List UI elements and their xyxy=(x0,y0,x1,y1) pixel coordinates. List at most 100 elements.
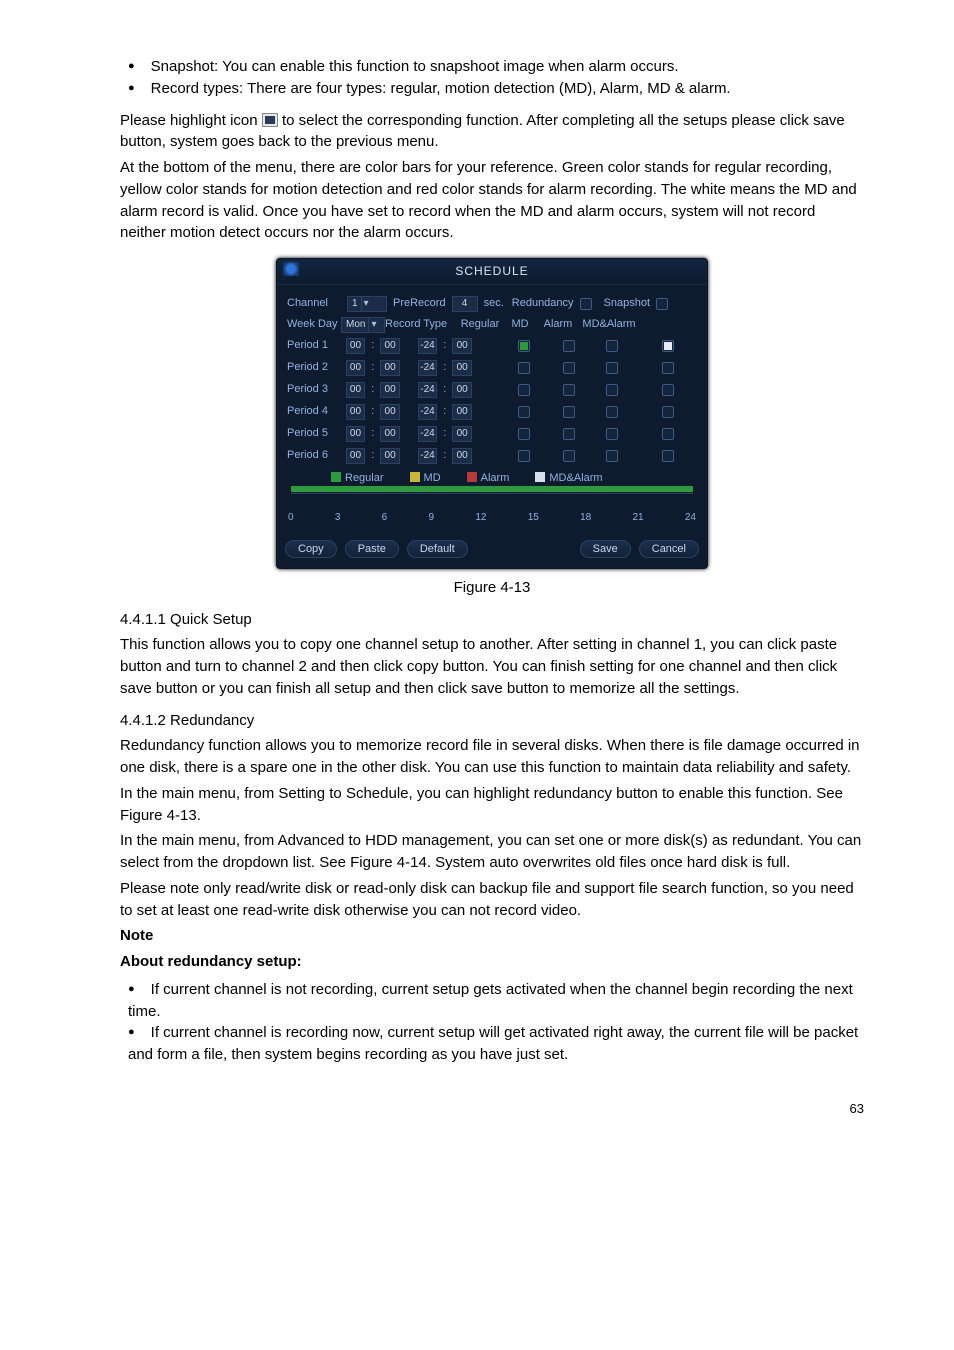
period-row: Period 500:00-24:00 xyxy=(287,423,697,445)
period-alarm-checkbox[interactable] xyxy=(606,450,618,462)
period-end-hour[interactable]: -24 xyxy=(418,448,438,464)
period-end-hour[interactable]: -24 xyxy=(418,338,438,354)
period-row: Period 100:00-24:00 xyxy=(287,335,697,357)
period-label: Period 6 xyxy=(287,448,340,464)
period-label: Period 4 xyxy=(287,404,340,420)
redundancy-checkbox[interactable] xyxy=(580,298,592,310)
tick-label: 15 xyxy=(528,511,539,526)
period-regular-checkbox[interactable] xyxy=(518,406,530,418)
period-regular-checkbox[interactable] xyxy=(518,340,530,352)
period-alarm-checkbox[interactable] xyxy=(606,428,618,440)
period-end-min[interactable]: 00 xyxy=(452,448,472,464)
cancel-button[interactable]: Cancel xyxy=(639,540,699,558)
legend-alarm: Alarm xyxy=(467,471,510,487)
period-md-checkbox[interactable] xyxy=(563,450,575,462)
period-mdalarm-checkbox[interactable] xyxy=(662,428,674,440)
period-md-checkbox[interactable] xyxy=(563,340,575,352)
period-start-min[interactable]: 00 xyxy=(380,382,400,398)
period-mdalarm-checkbox[interactable] xyxy=(662,450,674,462)
period-regular-checkbox[interactable] xyxy=(518,450,530,462)
section-quick-setup-body: This function allows you to copy one cha… xyxy=(120,634,864,699)
period-end-hour[interactable]: -24 xyxy=(418,426,438,442)
period-end-hour[interactable]: -24 xyxy=(418,360,438,376)
chevron-down-icon: ▾ xyxy=(368,318,378,333)
bullet-record-types: Record types: There are four types: regu… xyxy=(128,78,864,100)
save-button[interactable]: Save xyxy=(580,540,631,558)
recordtype-label: Record Type xyxy=(385,317,457,333)
dialog-logo-icon xyxy=(283,262,299,276)
section-redundancy-title: 4.4.1.2 Redundancy xyxy=(120,710,864,732)
para1-pre: Please highlight icon xyxy=(120,112,262,129)
period-end-min[interactable]: 00 xyxy=(452,338,472,354)
period-start-hour[interactable]: 00 xyxy=(346,448,366,464)
tick-label: 12 xyxy=(475,511,486,526)
period-label: Period 5 xyxy=(287,426,340,442)
period-start-min[interactable]: 00 xyxy=(380,448,400,464)
copy-button[interactable]: Copy xyxy=(285,540,337,558)
period-end-min[interactable]: 00 xyxy=(452,426,472,442)
weekday-row: Week Day Mon ▾ Record Type Regular MD Al… xyxy=(287,315,697,335)
period-start-hour[interactable]: 00 xyxy=(346,360,366,376)
period-alarm-checkbox[interactable] xyxy=(606,406,618,418)
period-row: Period 200:00-24:00 xyxy=(287,357,697,379)
tick-label: 9 xyxy=(428,511,434,526)
page-number: 63 xyxy=(120,1100,864,1119)
channel-dropdown[interactable]: 1 ▾ xyxy=(347,296,387,312)
header-alarm: Alarm xyxy=(537,317,579,333)
period-start-min[interactable]: 00 xyxy=(380,404,400,420)
bullet-not-recording: If current channel is not recording, cur… xyxy=(128,979,864,1023)
period-mdalarm-checkbox[interactable] xyxy=(662,362,674,374)
square-white-icon xyxy=(535,472,545,482)
legend-md: MD xyxy=(410,471,441,487)
period-start-hour[interactable]: 00 xyxy=(346,338,366,354)
period-mdalarm-checkbox[interactable] xyxy=(662,406,674,418)
period-regular-checkbox[interactable] xyxy=(518,384,530,396)
period-start-min[interactable]: 00 xyxy=(380,338,400,354)
period-md-checkbox[interactable] xyxy=(563,428,575,440)
period-start-hour[interactable]: 00 xyxy=(346,426,366,442)
header-regular: Regular xyxy=(457,317,503,333)
period-end-min[interactable]: 00 xyxy=(452,360,472,376)
default-button[interactable]: Default xyxy=(407,540,468,558)
figure-caption: Figure 4-13 xyxy=(120,577,864,599)
period-end-min[interactable]: 00 xyxy=(452,404,472,420)
channel-label: Channel xyxy=(287,296,341,312)
redundancy-label: Redundancy xyxy=(512,296,574,312)
prerecord-label: PreRecord xyxy=(393,296,446,312)
square-green-icon xyxy=(331,472,341,482)
period-start-min[interactable]: 00 xyxy=(380,360,400,376)
weekday-value: Mon xyxy=(346,318,365,333)
weekday-label: Week Day xyxy=(287,317,341,333)
period-mdalarm-checkbox[interactable] xyxy=(662,340,674,352)
period-alarm-checkbox[interactable] xyxy=(606,362,618,374)
tick-label: 18 xyxy=(580,511,591,526)
period-end-hour[interactable]: -24 xyxy=(418,404,438,420)
period-regular-checkbox[interactable] xyxy=(518,428,530,440)
prerecord-input[interactable]: 4 xyxy=(452,296,478,312)
paste-button[interactable]: Paste xyxy=(345,540,399,558)
period-regular-checkbox[interactable] xyxy=(518,362,530,374)
period-md-checkbox[interactable] xyxy=(563,406,575,418)
weekday-dropdown[interactable]: Mon ▾ xyxy=(341,317,385,333)
period-alarm-checkbox[interactable] xyxy=(606,340,618,352)
period-label: Period 2 xyxy=(287,360,340,376)
bullet-snapshot: Snapshot: You can enable this function t… xyxy=(128,56,864,78)
header-md: MD xyxy=(503,317,537,333)
period-end-min[interactable]: 00 xyxy=(452,382,472,398)
tick-label: 3 xyxy=(335,511,341,526)
dialog-titlebar: SCHEDULE xyxy=(277,259,707,285)
period-mdalarm-checkbox[interactable] xyxy=(662,384,674,396)
paragraph-highlight-icon: Please highlight icon to select the corr… xyxy=(120,110,864,154)
period-start-hour[interactable]: 00 xyxy=(346,404,366,420)
period-start-hour[interactable]: 00 xyxy=(346,382,366,398)
period-md-checkbox[interactable] xyxy=(563,362,575,374)
period-start-min[interactable]: 00 xyxy=(380,426,400,442)
period-end-hour[interactable]: -24 xyxy=(418,382,438,398)
square-yellow-icon xyxy=(410,472,420,482)
snapshot-checkbox[interactable] xyxy=(656,298,668,310)
tick-label: 21 xyxy=(632,511,643,526)
tick-label: 6 xyxy=(382,511,388,526)
timeline-green-bar xyxy=(291,486,693,492)
period-alarm-checkbox[interactable] xyxy=(606,384,618,396)
period-md-checkbox[interactable] xyxy=(563,384,575,396)
